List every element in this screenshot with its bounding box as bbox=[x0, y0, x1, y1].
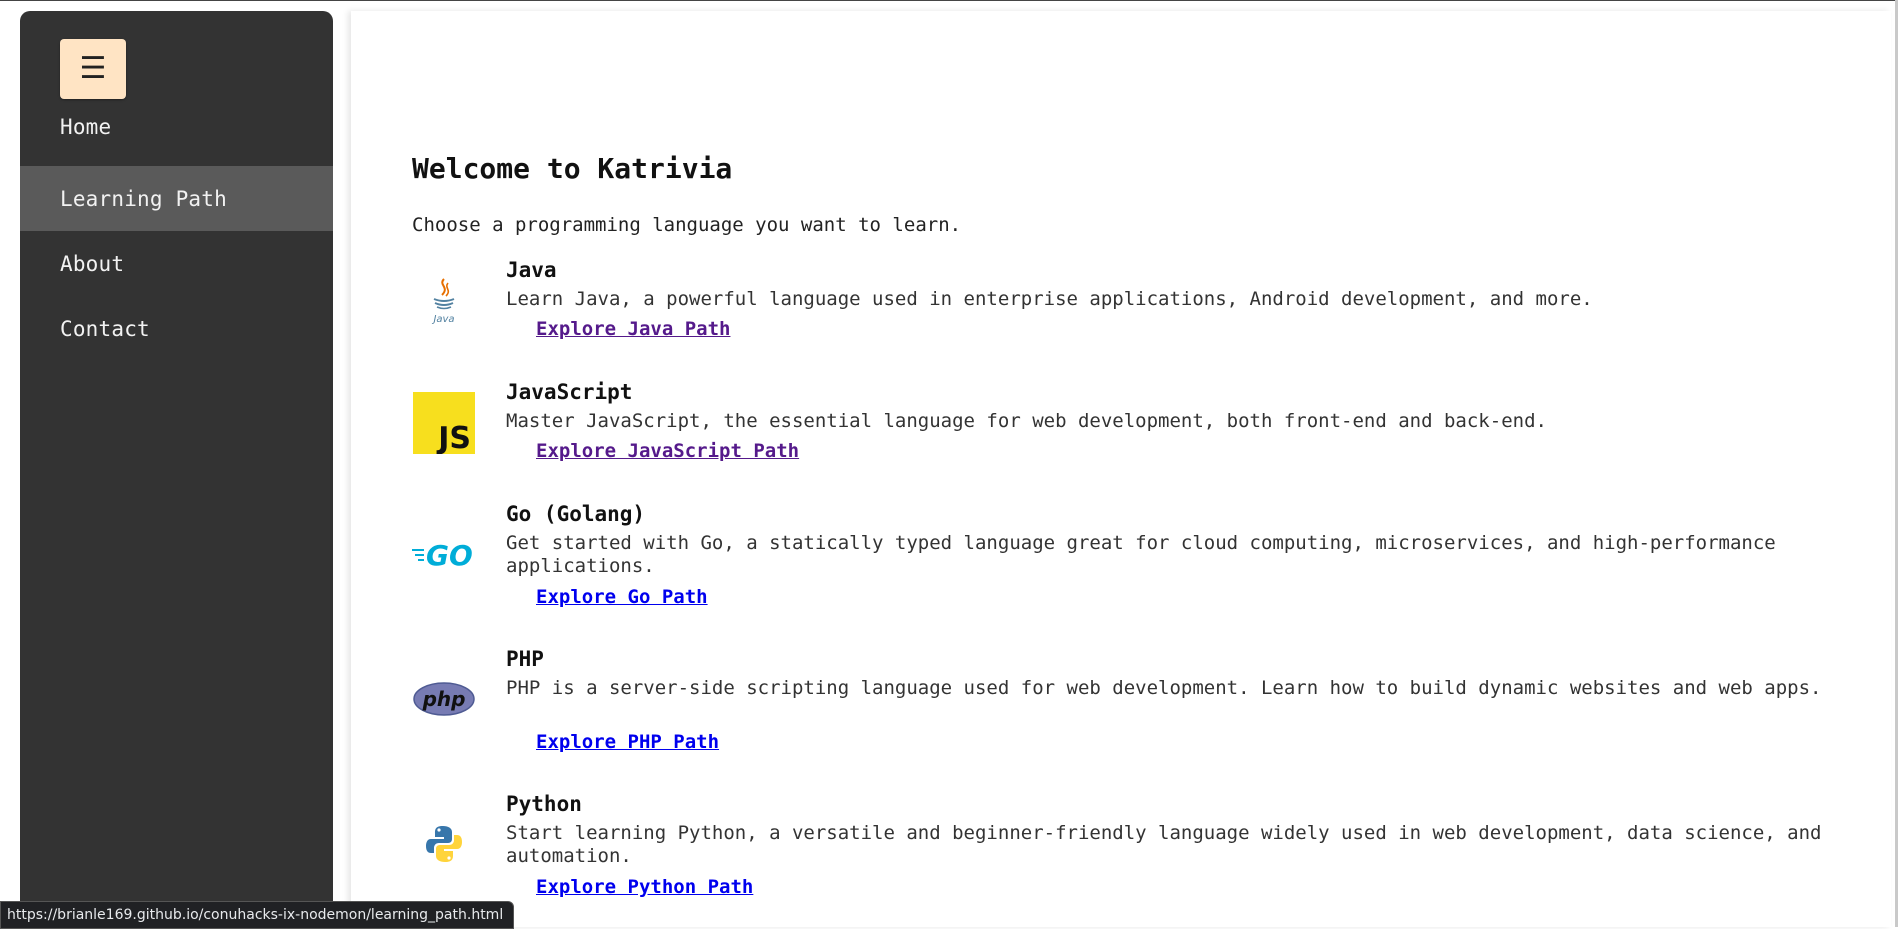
svg-text:Java: Java bbox=[431, 314, 454, 325]
language-name: Go (Golang) bbox=[506, 502, 646, 526]
language-card-javascript: JS JavaScript Master JavaScript, the ess… bbox=[412, 380, 1832, 470]
java-logo-icon: Java bbox=[412, 268, 476, 332]
language-name: Python bbox=[506, 792, 582, 816]
go-logo-icon: GO bbox=[412, 522, 476, 586]
language-name: PHP bbox=[506, 647, 544, 671]
language-card-go: GO Go (Golang) Get started with Go, a st… bbox=[412, 502, 1832, 612]
sidebar-item-learning-path[interactable]: Learning Path bbox=[20, 166, 333, 231]
php-logo-icon: php bbox=[412, 667, 476, 731]
javascript-logo-icon: JS bbox=[412, 391, 476, 455]
explore-python-link[interactable]: Explore Python Path bbox=[536, 876, 753, 898]
explore-php-link[interactable]: Explore PHP Path bbox=[536, 731, 719, 753]
sidebar-item-label: Home bbox=[60, 115, 112, 139]
sidebar-item-label: About bbox=[60, 251, 125, 276]
sidebar-item-about[interactable]: About bbox=[20, 231, 333, 296]
language-description: Master JavaScript, the essential languag… bbox=[506, 410, 1547, 432]
language-card-python: Python Start learning Python, a versatil… bbox=[412, 792, 1832, 902]
language-description: Get started with Go, a statically typed … bbox=[506, 532, 1776, 577]
sidebar-item-contact[interactable]: Contact bbox=[20, 296, 333, 361]
window-top-border bbox=[0, 0, 1898, 1]
language-name: Java bbox=[506, 258, 557, 282]
page-title: Welcome to Katrivia bbox=[412, 152, 733, 185]
svg-text:JS: JS bbox=[436, 421, 471, 454]
explore-javascript-link[interactable]: Explore JavaScript Path bbox=[536, 440, 799, 462]
language-card-php: php PHP PHP is a server-side scripting l… bbox=[412, 647, 1832, 757]
sidebar: ☰ Home Learning Path About Contact bbox=[20, 11, 333, 927]
intro-text: Choose a programming language you want t… bbox=[412, 214, 962, 236]
sidebar-item-label: Contact bbox=[60, 316, 150, 341]
sidebar-item-label: Learning Path bbox=[60, 186, 227, 211]
status-url: https://brianle169.github.io/conuhacks-i… bbox=[7, 907, 504, 923]
language-description: Start learning Python, a versatile and b… bbox=[506, 822, 1822, 867]
language-description: Learn Java, a powerful language used in … bbox=[506, 288, 1593, 310]
language-card-java: Java Java Learn Java, a powerful languag… bbox=[412, 258, 1832, 348]
link-status-bar: https://brianle169.github.io/conuhacks-i… bbox=[0, 901, 515, 929]
python-logo-icon bbox=[412, 812, 476, 876]
language-name: JavaScript bbox=[506, 380, 633, 404]
explore-java-link[interactable]: Explore Java Path bbox=[536, 318, 730, 340]
svg-text:php: php bbox=[422, 687, 466, 711]
svg-text:GO: GO bbox=[426, 539, 473, 569]
sidebar-item-home[interactable]: Home bbox=[20, 111, 333, 143]
explore-go-link[interactable]: Explore Go Path bbox=[536, 586, 708, 608]
language-description: PHP is a server-side scripting language … bbox=[506, 677, 1822, 699]
menu-toggle-button[interactable]: ☰ bbox=[60, 39, 126, 99]
hamburger-menu-icon: ☰ bbox=[79, 51, 107, 86]
